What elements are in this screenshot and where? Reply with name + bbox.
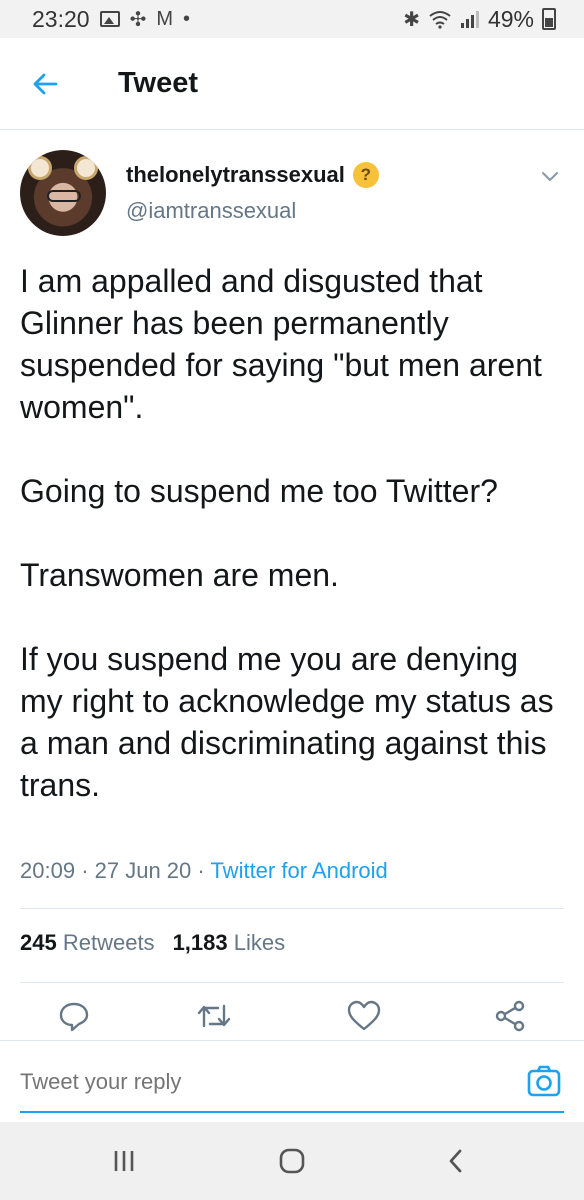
heart-icon bbox=[347, 1000, 381, 1031]
display-name-row[interactable]: thelonelytranssexual ? bbox=[126, 162, 379, 188]
back-chevron-icon bbox=[449, 1149, 462, 1173]
retweets-stat[interactable]: 245 Retweets bbox=[20, 930, 155, 956]
home-icon bbox=[279, 1148, 305, 1174]
back-nav-button[interactable] bbox=[436, 1146, 476, 1176]
network-notification-icon: ✣ bbox=[129, 8, 147, 31]
status-right: ✱ 49% bbox=[403, 6, 556, 33]
app-header: Tweet bbox=[0, 38, 584, 130]
more-notifications-dot-icon: • bbox=[183, 7, 191, 30]
avatar[interactable] bbox=[20, 150, 106, 236]
status-time: 23:20 bbox=[32, 5, 90, 32]
reply-button[interactable] bbox=[54, 996, 94, 1036]
chevron-down-icon[interactable] bbox=[538, 164, 562, 188]
back-button[interactable] bbox=[22, 61, 68, 107]
meta-separator: · bbox=[81, 858, 95, 883]
tweet-meta: 20:09 · 27 Jun 20 · Twitter for Android bbox=[20, 858, 388, 884]
retweets-count: 245 bbox=[20, 930, 57, 955]
reply-icon bbox=[59, 1002, 89, 1032]
battery-percent: 49% bbox=[487, 5, 534, 32]
like-button[interactable] bbox=[344, 996, 384, 1036]
likes-label: Likes bbox=[233, 930, 286, 955]
retweets-label: Retweets bbox=[62, 930, 155, 955]
divider bbox=[20, 908, 564, 909]
tweet-time: 20:09 bbox=[20, 858, 76, 883]
tweet-text: I am appalled and disgusted that Glinner… bbox=[20, 263, 554, 803]
avatar-ear-right bbox=[74, 156, 98, 180]
share-button[interactable] bbox=[490, 996, 530, 1036]
thinking-face-icon: ? bbox=[352, 162, 379, 188]
bluetooth-icon: ✱ bbox=[403, 8, 420, 31]
status-left: 23:20 ✣ M • bbox=[32, 6, 190, 33]
share-icon bbox=[495, 1000, 525, 1032]
signal-icon bbox=[460, 11, 479, 28]
tweet-actions bbox=[0, 996, 584, 1040]
user-handle[interactable]: @iamtranssexual bbox=[126, 198, 296, 224]
retweet-icon bbox=[197, 1004, 231, 1028]
divider bbox=[20, 982, 564, 983]
status-bar: 23:20 ✣ M • ✱ 49% bbox=[0, 0, 584, 38]
retweet-button[interactable] bbox=[194, 996, 234, 1036]
battery-icon bbox=[542, 8, 556, 30]
avatar-ear-left bbox=[28, 156, 52, 180]
tweet-date: 27 Jun 20 bbox=[94, 858, 192, 883]
back-arrow-icon bbox=[33, 73, 58, 94]
page-title: Tweet bbox=[118, 67, 199, 99]
android-nav-bar bbox=[0, 1122, 584, 1200]
recent-apps-icon bbox=[114, 1151, 134, 1171]
likes-count: 1,183 bbox=[172, 930, 228, 955]
avatar-glasses bbox=[47, 190, 81, 202]
gallery-notification-icon bbox=[99, 11, 120, 27]
tweet-stats: 245 Retweets 1,183 Likes bbox=[20, 930, 285, 956]
meta-separator: · bbox=[197, 858, 211, 883]
recent-apps-button[interactable] bbox=[104, 1146, 144, 1176]
display-name: thelonelytranssexual bbox=[126, 162, 345, 187]
camera-icon[interactable] bbox=[526, 1063, 562, 1099]
reply-bar bbox=[0, 1040, 584, 1114]
likes-stat[interactable]: 1,183 Likes bbox=[173, 930, 286, 956]
home-button[interactable] bbox=[272, 1146, 312, 1176]
reply-input[interactable] bbox=[20, 1069, 500, 1095]
reply-input-underline bbox=[20, 1111, 564, 1113]
wifi-icon bbox=[429, 11, 451, 29]
tweet-client-link[interactable]: Twitter for Android bbox=[210, 858, 387, 883]
gmail-notification-icon: M bbox=[156, 7, 173, 30]
